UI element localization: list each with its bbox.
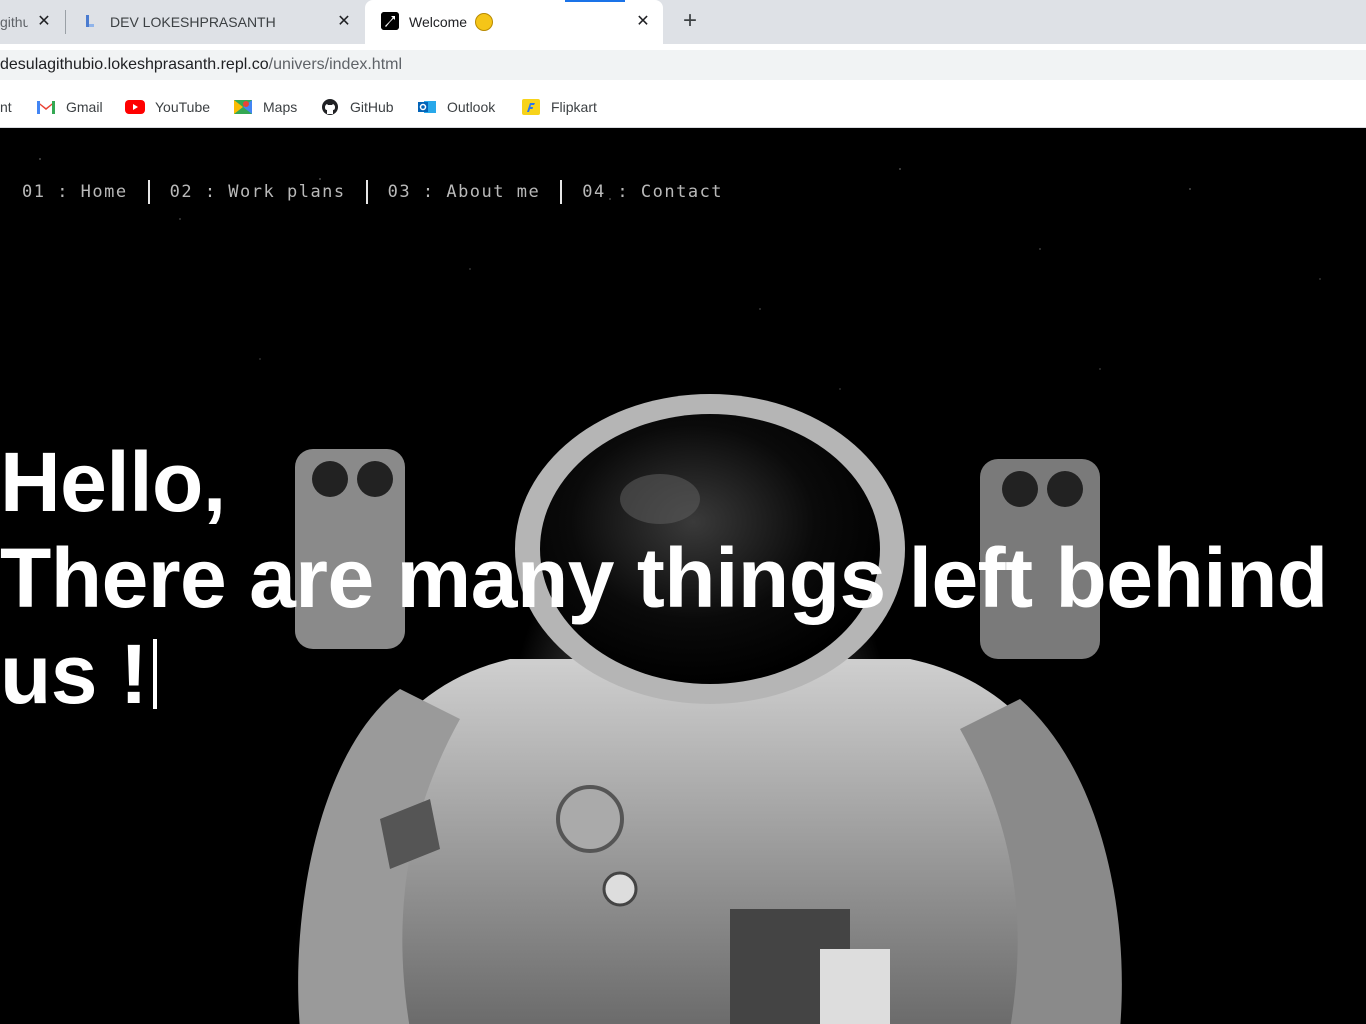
url-input[interactable]: desulagithubio.lokeshprasanth.repl.co/un…: [0, 50, 1366, 80]
gmail-icon: [37, 101, 55, 114]
bookmark-maps[interactable]: Maps: [233, 86, 297, 128]
headline-line-3-text: us !: [0, 627, 148, 721]
close-icon[interactable]: ✕: [34, 12, 54, 32]
bookmark-label: Maps: [263, 99, 298, 115]
bookmark-truncated[interactable]: nt: [0, 86, 12, 128]
address-bar: desulagithubio.lokeshprasanth.repl.co/un…: [0, 44, 1366, 86]
nav-home[interactable]: 01 : Home: [0, 182, 148, 202]
tab-label: DEV LOKESHPRASANTH: [110, 14, 276, 30]
new-tab-button[interactable]: +: [676, 8, 704, 36]
headline-line-2: There are many things left behind: [0, 531, 1328, 625]
tab-strip: githu ✕ DEV LOKESHPRASANTH ✕ Welcome ✕ +: [0, 0, 1366, 44]
headline-line-1: Hello,: [0, 435, 226, 529]
bookmark-github[interactable]: GitHub: [320, 86, 394, 128]
tab-label: githu: [0, 14, 28, 30]
bookmark-flipkart[interactable]: Flipkart: [521, 86, 597, 128]
hero-headline: Hello, There are many things left behind…: [0, 434, 1366, 722]
face-emoji-icon: [475, 13, 493, 31]
bookmark-youtube[interactable]: YouTube: [125, 86, 210, 128]
url-path: /univers/index.html: [268, 56, 403, 73]
typing-cursor: [153, 639, 158, 709]
bookmark-label: Outlook: [447, 99, 496, 115]
bookmark-gmail[interactable]: Gmail: [36, 86, 103, 128]
bookmark-label: GitHub: [350, 99, 394, 115]
rocket-favicon-icon: [381, 12, 399, 30]
maps-icon: [234, 100, 252, 114]
youtube-icon: [125, 100, 145, 114]
github-icon: [322, 99, 338, 115]
close-icon[interactable]: ✕: [334, 12, 354, 32]
bookmark-label: nt: [0, 99, 12, 115]
bookmark-label: Gmail: [66, 99, 103, 115]
nav-work-plans[interactable]: 02 : Work plans: [150, 182, 366, 202]
tab-github[interactable]: githu ✕: [0, 0, 64, 44]
tab-label: Welcome: [409, 14, 468, 30]
flipkart-icon: [522, 99, 540, 115]
tab-welcome[interactable]: Welcome ✕: [365, 0, 663, 44]
headline-line-3: us !: [0, 626, 1366, 722]
close-icon[interactable]: ✕: [633, 12, 653, 32]
nav-about-me[interactable]: 03 : About me: [368, 182, 561, 202]
bookmarks-bar: nt Gmail YouTube Maps GitHub Outlook Fli…: [0, 86, 1366, 128]
bookmark-outlook[interactable]: Outlook: [417, 86, 495, 128]
tab-dev-lokeshprasanth[interactable]: DEV LOKESHPRASANTH ✕: [66, 0, 363, 44]
bookmark-label: YouTube: [155, 99, 211, 115]
main-nav: 01 : Home 02 : Work plans 03 : About me …: [0, 179, 743, 205]
replit-favicon-icon: [86, 15, 94, 27]
url-host: desulagithubio.lokeshprasanth.repl.co: [0, 56, 269, 73]
hero-section: 01 : Home 02 : Work plans 03 : About me …: [0, 129, 1366, 1024]
loading-indicator: [565, 0, 625, 2]
bookmark-label: Flipkart: [551, 99, 597, 115]
outlook-icon: [418, 101, 436, 113]
nav-contact[interactable]: 04 : Contact: [562, 182, 743, 202]
